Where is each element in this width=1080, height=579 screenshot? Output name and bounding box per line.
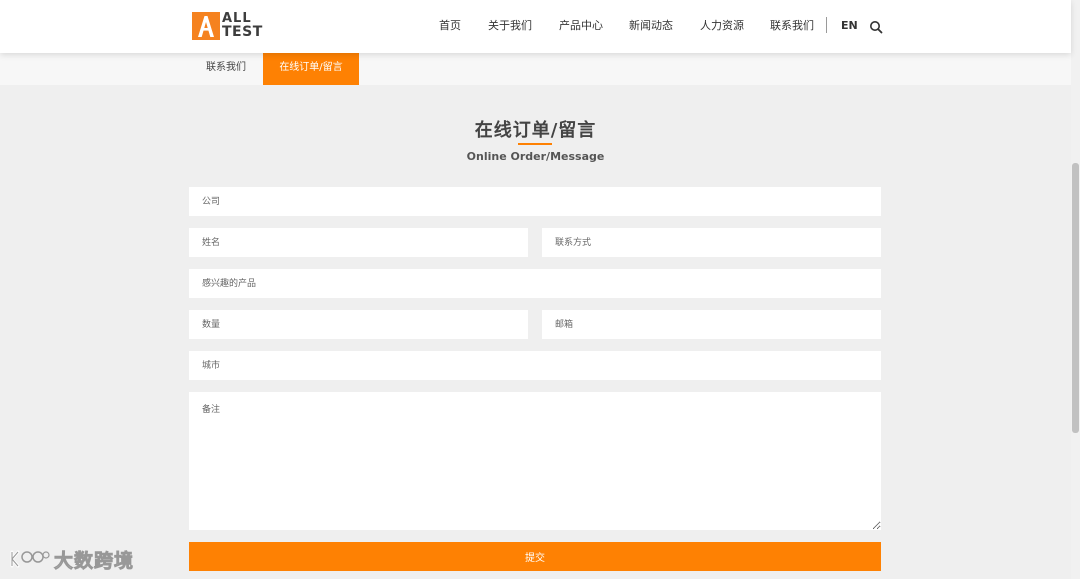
search-icon[interactable] [869, 19, 883, 34]
submit-button[interactable]: 提交 [189, 542, 881, 571]
watermark-text: 大数跨境 [54, 549, 135, 572]
logo-mark [192, 12, 220, 40]
scrollbar-thumb[interactable] [1072, 163, 1079, 433]
city-input[interactable] [189, 351, 881, 380]
email-input[interactable] [542, 310, 881, 339]
title-underline [518, 143, 552, 145]
page-subtitle: Online Order/Message [466, 150, 605, 163]
logo-wordmark: ALL TEST [222, 12, 263, 39]
notes-textarea[interactable] [189, 392, 881, 530]
contact-input[interactable] [542, 228, 881, 257]
language-switch[interactable]: EN [841, 18, 858, 34]
quantity-input[interactable] [189, 310, 528, 339]
nav-divider [826, 17, 827, 33]
watermark: 大数跨境 [8, 544, 134, 574]
company-input[interactable] [189, 187, 881, 216]
logo-line-2: TEST [222, 24, 263, 40]
nav-item-hr[interactable]: 人力资源 [700, 18, 744, 34]
logo[interactable]: ALL TEST [192, 12, 272, 40]
nav-item-about[interactable]: 关于我们 [488, 18, 532, 34]
watermark-logo-icon [10, 550, 50, 568]
subtab-online-order[interactable]: 在线订单/留言 [263, 53, 359, 85]
nav-item-products[interactable]: 产品中心 [559, 18, 603, 34]
product-input[interactable] [189, 269, 881, 298]
nav-item-home[interactable]: 首页 [439, 18, 461, 34]
page-scrollbar[interactable] [1071, 0, 1080, 579]
page-title: 在线订单/留言 [474, 120, 597, 141]
sub-navigation [0, 53, 1071, 85]
name-input[interactable] [189, 228, 528, 257]
nav-item-news[interactable]: 新闻动态 [629, 18, 673, 34]
site-header: ALL TEST 首页 关于我们 产品中心 新闻动态 人力资源 联系我们 EN [0, 0, 1071, 53]
nav-item-contact[interactable]: 联系我们 [770, 18, 814, 34]
subtab-contact-us[interactable]: 联系我们 [190, 53, 262, 85]
